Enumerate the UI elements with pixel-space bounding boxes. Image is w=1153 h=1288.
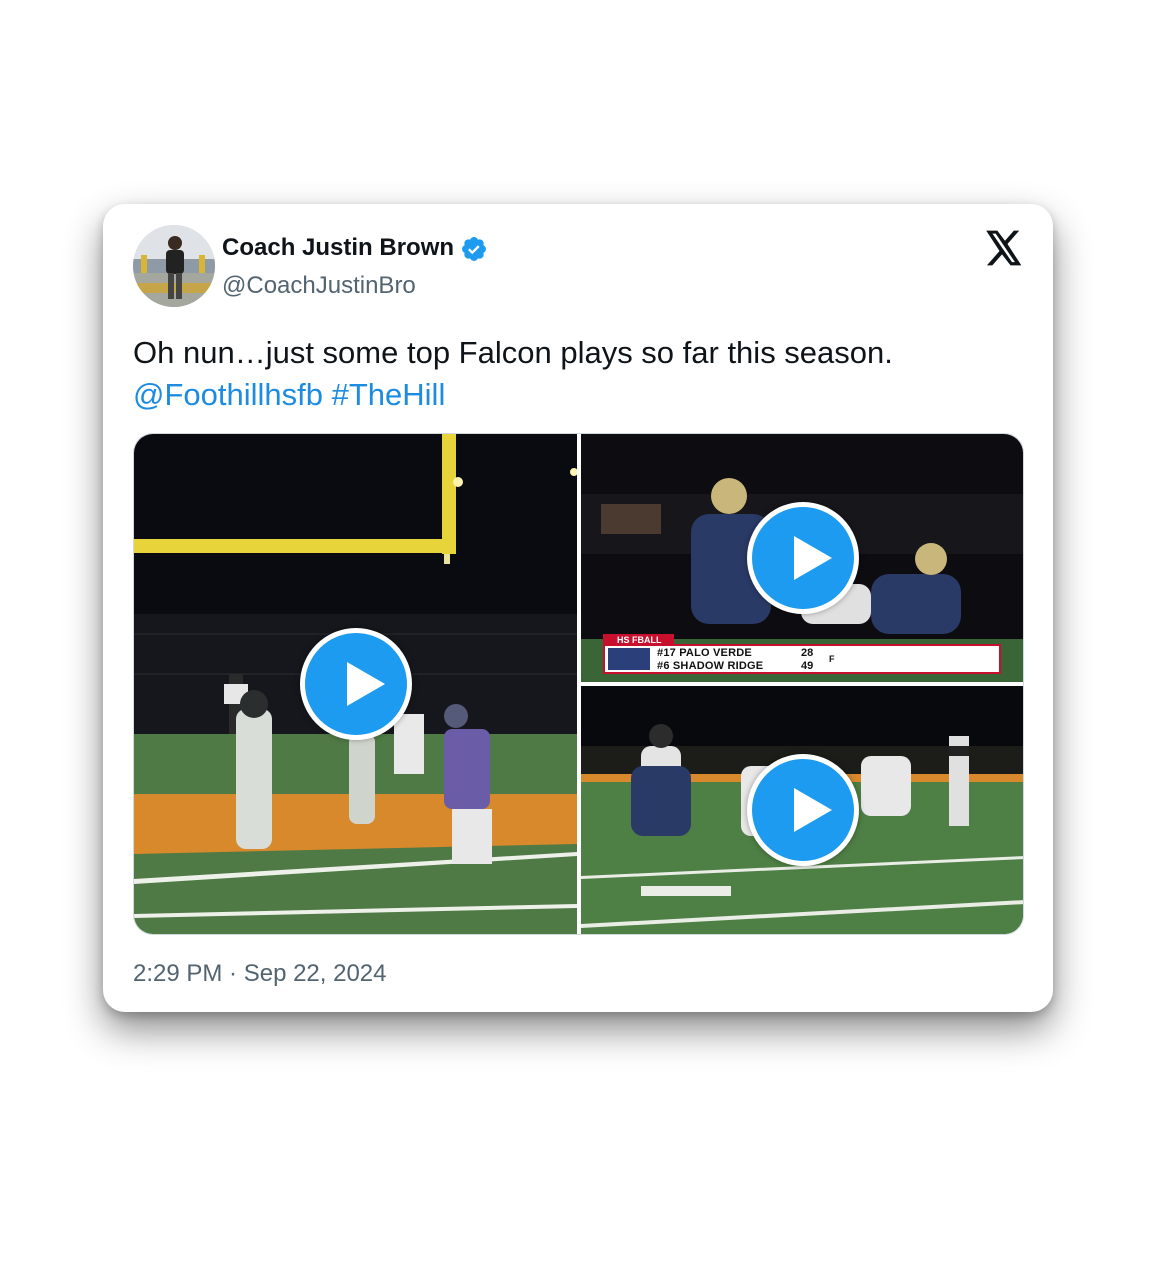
scorebug-tag: HS FBALL <box>603 634 674 645</box>
scorebug: HS FBALL #17 PALO VERDE #6 SHADOW RIDGE … <box>603 634 1001 676</box>
network-logo-icon <box>608 648 650 670</box>
author-name-row[interactable]: Coach Justin Brown <box>222 233 488 263</box>
scorebug-score-2: 49 <box>801 660 814 672</box>
tweet-card: Coach Justin Brown @CoachJustinBro Oh nu… <box>103 204 1053 1012</box>
timestamp[interactable]: 2:29 PM · Sep 22, 2024 <box>133 960 387 988</box>
scorebug-panel: #17 PALO VERDE #6 SHADOW RIDGE 28 49 F <box>603 644 1001 674</box>
scorebug-score-1: 28 <box>801 647 814 659</box>
video-tile-3[interactable] <box>581 686 1023 934</box>
play-icon[interactable] <box>747 502 859 614</box>
x-logo-icon[interactable] <box>985 230 1023 266</box>
author-display-name[interactable]: Coach Justin Brown <box>222 234 454 262</box>
play-icon[interactable] <box>747 754 859 866</box>
play-icon[interactable] <box>300 628 412 740</box>
author-handle[interactable]: @CoachJustinBro <box>222 272 416 300</box>
hashtag-link[interactable]: #TheHill <box>332 377 446 412</box>
media-grid: HS FBALL #17 PALO VERDE #6 SHADOW RIDGE … <box>133 433 1024 935</box>
avatar-photo-icon <box>133 225 215 307</box>
scorebug-team-1: #17 PALO VERDE <box>657 647 752 659</box>
scorebug-status: F <box>829 654 835 664</box>
tweet-body: Oh nun…just some top Falcon plays so far… <box>133 335 893 370</box>
tweet-text: Oh nun…just some top Falcon plays so far… <box>133 332 1023 416</box>
scorebug-team-2: #6 SHADOW RIDGE <box>657 660 764 672</box>
video-tile-2[interactable]: HS FBALL #17 PALO VERDE #6 SHADOW RIDGE … <box>581 434 1023 682</box>
avatar[interactable] <box>133 225 215 307</box>
verified-badge-icon <box>462 237 486 261</box>
mention-link[interactable]: @Foothillhsfb <box>133 377 323 412</box>
video-tile-1[interactable] <box>134 434 577 934</box>
